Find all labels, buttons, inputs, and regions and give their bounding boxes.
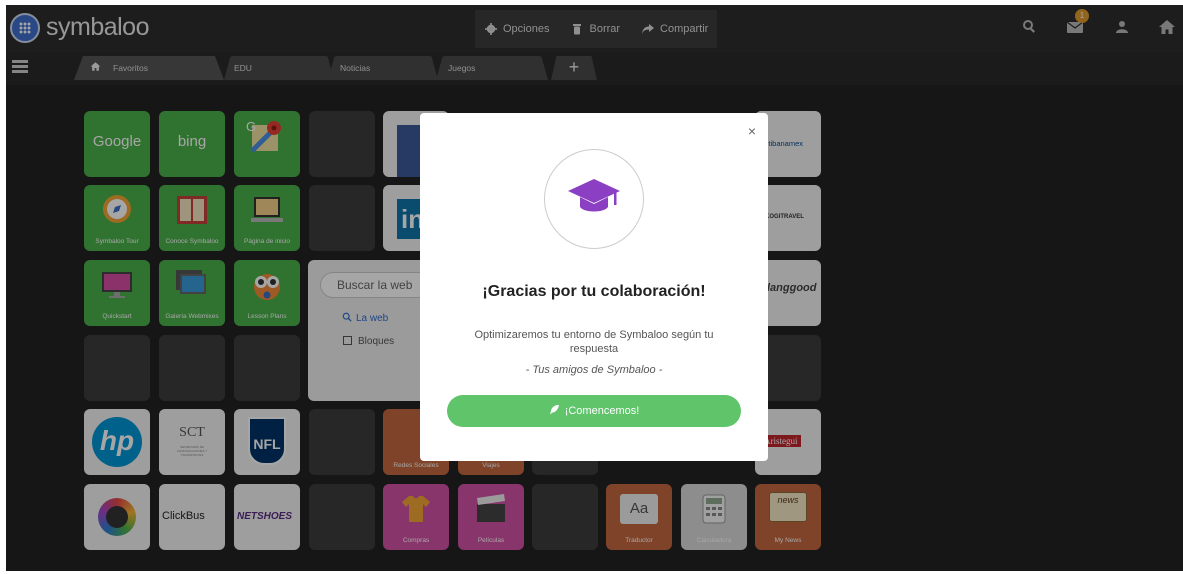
modal-body: Optimizaremos tu entorno de Symbaloo seg… [474,329,714,355]
graduation-cap-badge [544,149,644,249]
feather-icon [549,404,559,415]
app-frame: symbaloo Opciones Borrar Compartir 1 Fav… [6,5,1183,571]
start-button-label: ¡Comencemos! [564,405,640,417]
thank-you-modal: × ¡Gracias por tu colaboración! Optimiza… [420,113,768,461]
close-icon[interactable]: × [748,123,756,139]
graduation-cap-icon [568,179,620,212]
modal-signature: - Tus amigos de Symbaloo - [525,364,663,376]
modal-title: ¡Gracias por tu colaboración! [482,283,706,300]
start-button[interactable]: ¡Comencemos! [447,395,741,427]
